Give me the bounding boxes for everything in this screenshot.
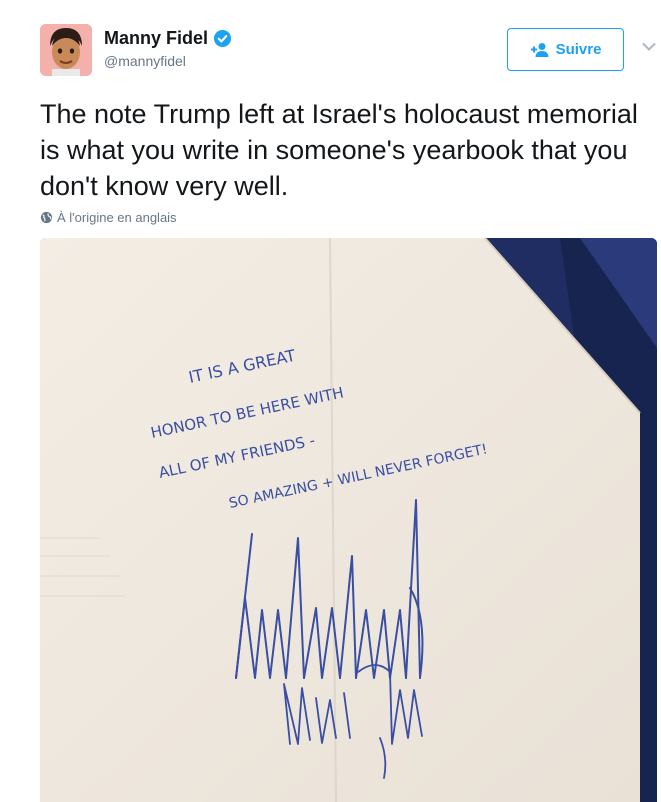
- tweet-header: Manny Fidel @mannyfidel Suivre: [0, 0, 661, 90]
- follow-button-label: Suivre: [555, 41, 602, 58]
- emoji-avatar-icon: [40, 24, 92, 76]
- globe-icon: [40, 211, 53, 224]
- tweet-text: The note Trump left at Israel's holocaus…: [40, 99, 638, 201]
- translation-label: À l'origine en anglais: [57, 210, 177, 225]
- translation-note[interactable]: À l'origine en anglais: [40, 210, 177, 225]
- chevron-down-icon[interactable]: [642, 42, 656, 52]
- display-name[interactable]: Manny Fidel: [104, 28, 208, 49]
- user-handle[interactable]: @mannyfidel: [104, 53, 186, 69]
- name-row: Manny Fidel: [104, 28, 232, 49]
- guestbook-photo: IT IS A GREAT HONOR TO BE HERE WITH ALL …: [40, 238, 657, 802]
- follow-button[interactable]: Suivre: [507, 28, 624, 71]
- avatar[interactable]: [40, 24, 92, 76]
- verified-badge-icon: [213, 29, 232, 48]
- tweet-photo[interactable]: IT IS A GREAT HONOR TO BE HERE WITH ALL …: [40, 238, 657, 802]
- add-user-icon: [530, 42, 549, 57]
